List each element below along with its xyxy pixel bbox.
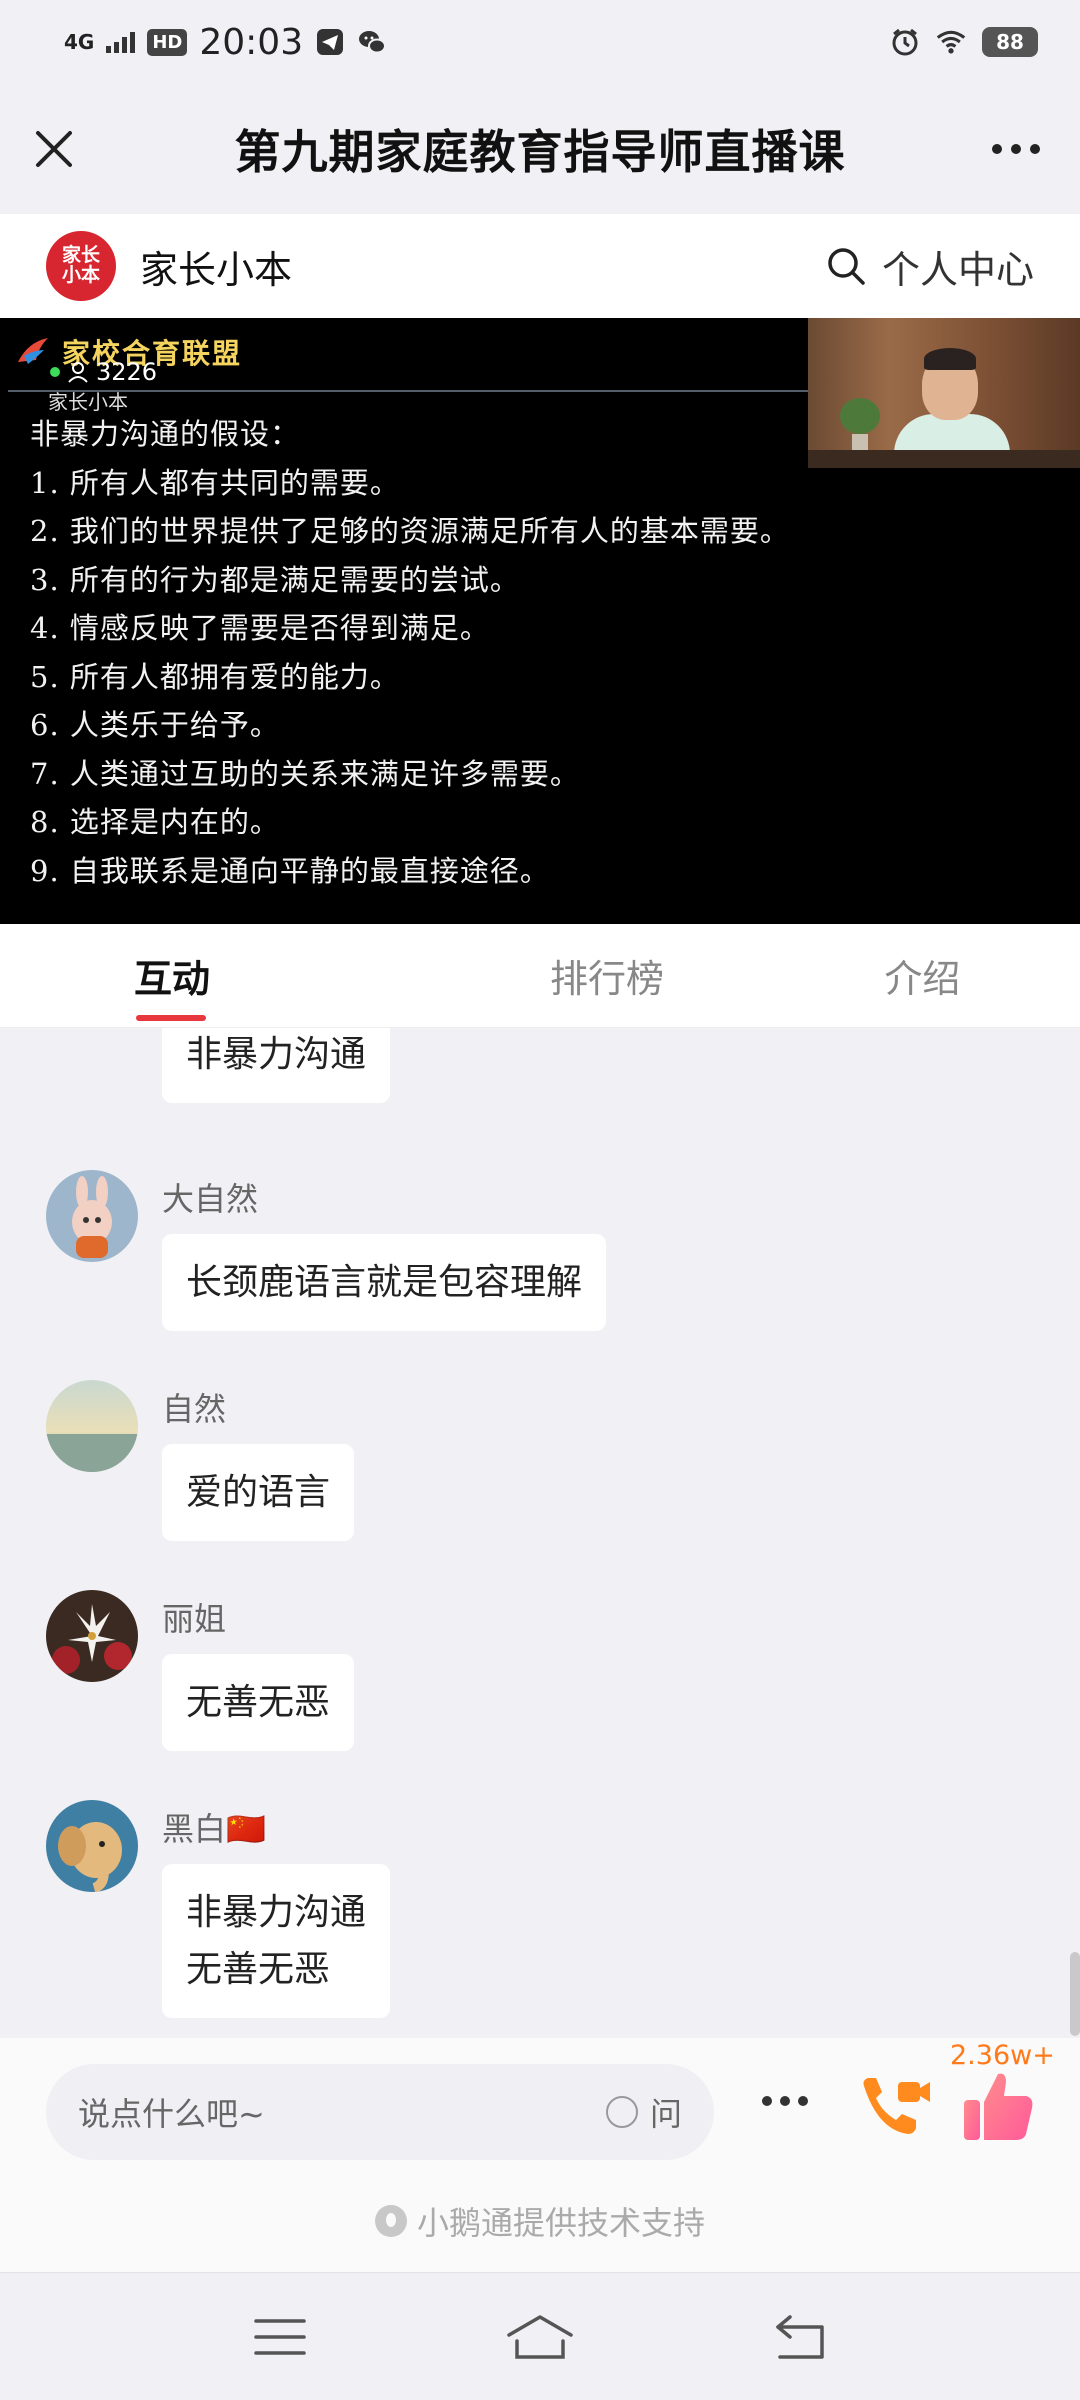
message-bubble[interactable]: 无善无恶 (162, 1654, 355, 1751)
slide-line: 2. 我们的世界提供了足够的资源满足所有人的基本需要。 (30, 514, 790, 548)
battery-indicator: 88 (982, 27, 1038, 57)
radio-circle-icon (605, 2096, 638, 2128)
chat-list[interactable]: 非暴力沟通 大自然 长颈鹿语言就是包容理解 自然 爱的语言 丽姐 无善无恶 黑白… (0, 1028, 1080, 2038)
logo-text-line2: 小本 (61, 264, 100, 286)
avatar[interactable] (46, 1170, 138, 1262)
sunset-sea-avatar (46, 1380, 138, 1472)
white-lily-avatar (46, 1590, 138, 1682)
watermark-underline (8, 390, 808, 392)
speaker-camera-pip[interactable] (808, 318, 1080, 468)
viewer-icon (68, 362, 88, 383)
avatar[interactable] (46, 1800, 138, 1892)
message-bubble[interactable]: 非暴力沟通 无善无恶 (162, 1864, 391, 2018)
cartoon-rabbit-avatar (46, 1170, 138, 1262)
phone-video-icon (863, 2078, 930, 2134)
channel-bar: 家长 小本 家长小本 个人中心 (0, 214, 1080, 318)
message-author: 大自然 (162, 1180, 259, 1218)
home-icon (507, 2314, 573, 2359)
viewer-count-value: 3226 (96, 358, 158, 386)
thumbs-up-icon (964, 2073, 1033, 2140)
message-bubble[interactable]: 爱的语言 (162, 1444, 355, 1541)
tab-leaderboard[interactable]: 排行榜 (449, 924, 764, 1027)
live-dot-icon (50, 367, 60, 377)
viewer-count: 3226 (50, 358, 157, 386)
video-call-button[interactable] (858, 2074, 932, 2146)
wifi-icon (936, 27, 966, 57)
dot-icon (1011, 144, 1021, 154)
dot-icon (992, 144, 1002, 154)
telegram-icon (315, 27, 345, 57)
slide-line: 9. 自我联系是通向平静的最直接途径。 (30, 853, 550, 888)
dot-icon (762, 2096, 772, 2106)
home-button[interactable] (505, 2307, 575, 2367)
back-arrow-icon (776, 2314, 824, 2359)
search-icon[interactable] (826, 246, 866, 286)
like-count: 2.36w+ (950, 2040, 1055, 2071)
menu-lines-icon (254, 2318, 306, 2355)
ask-label: 问 (649, 2095, 682, 2133)
tab-bar: 互动 排行榜 介绍 (0, 924, 1080, 1028)
slide-heading: 非暴力沟通的假设： (30, 417, 301, 451)
comment-input[interactable]: 说点什么吧~ 问 (46, 2064, 714, 2160)
slide-line: 6. 人类乐于给予。 (30, 708, 280, 742)
signal-icon (106, 31, 136, 53)
message-author: 自然 (162, 1390, 227, 1428)
message-author: 黑白🇨🇳 (162, 1810, 266, 1848)
message-author: 丽姐 (162, 1600, 227, 1638)
slide-line: 8. 选择是内在的。 (30, 805, 280, 839)
speaker-desk (808, 450, 1080, 468)
slide-line: 7. 人类通过互助的关系来满足许多需要。 (30, 756, 580, 791)
dot-icon (780, 2096, 790, 2106)
hd-badge: HD (147, 28, 188, 56)
dot-icon (798, 2096, 808, 2106)
bird-logo-icon (18, 338, 48, 364)
system-navigation-bar (0, 2272, 1080, 2400)
plant-icon (840, 398, 880, 456)
avatar[interactable] (46, 1380, 138, 1472)
slide-line: 3. 所有的行为都是满足需要的尝试。 (30, 562, 520, 597)
personal-center-label[interactable]: 个人中心 (882, 239, 1034, 294)
ask-question-toggle[interactable]: 问 (605, 2089, 682, 2135)
powered-by-footer: 小鹅通提供技术支持 (0, 2198, 1080, 2244)
slide-content: 非暴力沟通的假设： 1. 所有人都有共同的需要。 2. 我们的世界提供了足够的资… (30, 410, 790, 895)
back-button[interactable] (765, 2307, 835, 2367)
tab-interaction[interactable]: 互动 (0, 924, 449, 1027)
xiaoetong-logo-icon (374, 2205, 407, 2237)
avatar[interactable] (46, 1590, 138, 1682)
status-bar: 4G HD 20:03 88 (0, 0, 1080, 84)
slide-line: 5. 所有人都拥有爱的能力。 (30, 659, 400, 694)
composer-more-button[interactable] (762, 2096, 808, 2106)
channel-logo[interactable]: 家长 小本 (46, 231, 116, 301)
like-button[interactable] (962, 2068, 1036, 2144)
channel-name[interactable]: 家长小本 (140, 239, 292, 294)
dot-icon (1030, 144, 1040, 154)
powered-by-text: 小鹅通提供技术支持 (416, 2204, 705, 2242)
message-bubble[interactable]: 长颈鹿语言就是包容理解 (162, 1234, 607, 1331)
close-icon (36, 131, 72, 167)
close-button[interactable] (28, 123, 80, 175)
personal-center-link[interactable]: 个人中心 (826, 239, 1034, 294)
page-title: 第九期家庭教育指导师直播课 (234, 125, 846, 179)
wechat-icon (357, 27, 387, 57)
status-left: 4G HD 20:03 (64, 22, 387, 63)
title-bar: 第九期家庭教育指导师直播课 (0, 84, 1080, 214)
tab-introduction[interactable]: 介绍 (765, 924, 1080, 1027)
composer-bar: 说点什么吧~ 问 2.36w+ 小鹅通提供技术支持 (0, 2038, 1080, 2272)
chat-scrollbar[interactable] (1070, 1952, 1080, 2036)
message-bubble[interactable]: 非暴力沟通 (162, 1028, 391, 1103)
status-right: 88 (890, 27, 1038, 57)
slide-line: 4. 情感反映了需要是否得到满足。 (30, 611, 490, 645)
status-time: 20:03 (199, 21, 304, 63)
speaker-hair (924, 348, 976, 370)
more-options-button[interactable] (986, 129, 1046, 169)
recent-apps-button[interactable] (245, 2307, 315, 2367)
cartoon-elephant-avatar (46, 1800, 138, 1892)
network-label: 4G (64, 30, 95, 54)
comment-placeholder: 说点什么吧~ (78, 2095, 265, 2133)
live-video-player[interactable]: 家校合育联盟 3226 家长小本 非暴力沟通的假设： 1. 所有人都有共同的需要… (0, 318, 1080, 924)
alarm-icon (890, 27, 920, 57)
slide-line: 1. 所有人都有共同的需要。 (30, 465, 400, 500)
logo-text-line1: 家长 (61, 244, 100, 267)
